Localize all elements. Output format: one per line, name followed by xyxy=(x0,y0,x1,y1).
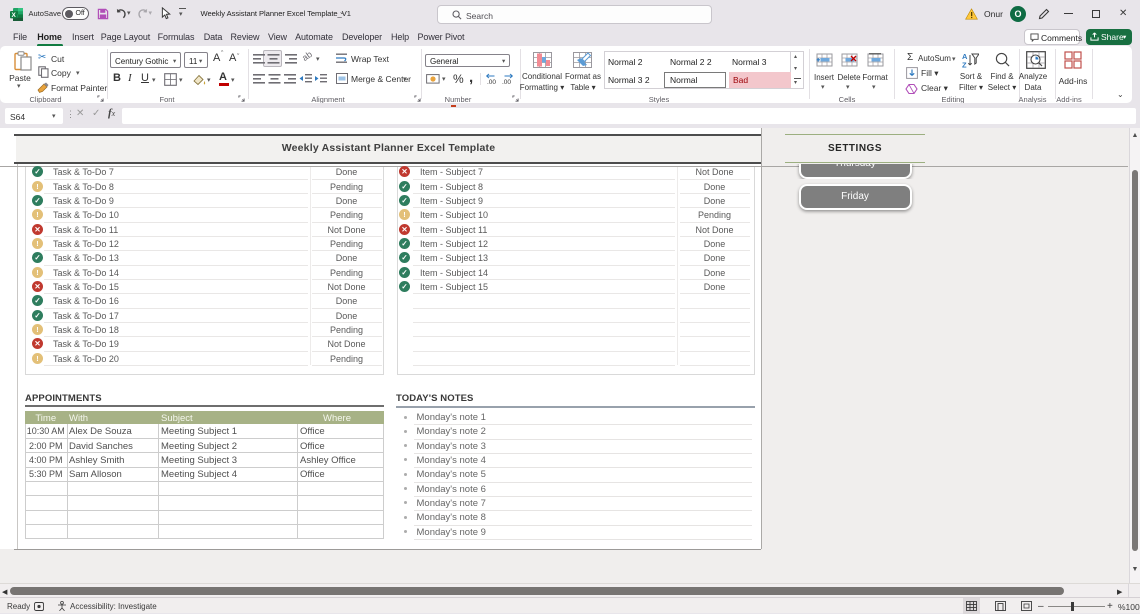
svg-text:.00: .00 xyxy=(487,79,496,85)
svg-text:X: X xyxy=(12,12,17,19)
svg-text:.00: .00 xyxy=(502,79,511,85)
svg-text:Z: Z xyxy=(962,61,967,69)
